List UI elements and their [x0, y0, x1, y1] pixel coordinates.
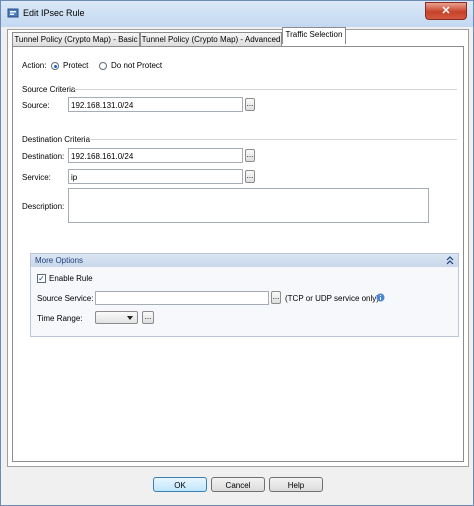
more-options-section: More Options ✓ Enable Rule Source Servic… — [30, 253, 459, 337]
tab-label: Traffic Selection — [285, 30, 343, 39]
close-button[interactable]: ✕ — [425, 2, 467, 20]
enable-rule-label[interactable]: Enable Rule — [49, 274, 93, 283]
more-options-header[interactable]: More Options — [31, 254, 458, 267]
description-label: Description: — [22, 202, 65, 211]
source-service-label: Source Service: — [37, 294, 94, 303]
edit-ipsec-rule-window: Edit IPsec Rule ✕ Tunnel Policy (Crypto … — [0, 0, 474, 506]
tab-traffic-selection[interactable]: Traffic Selection — [282, 27, 346, 44]
source-criteria-heading: Source Criteria — [22, 85, 76, 94]
app-icon — [7, 8, 19, 18]
radio-do-not-protect[interactable] — [99, 62, 107, 70]
radio-protect[interactable] — [51, 62, 59, 70]
ellipsis-icon: ... — [246, 171, 254, 180]
ellipsis-icon: ... — [144, 312, 152, 321]
service-label: Service: — [22, 173, 51, 182]
radio-protect-label[interactable]: Protect — [63, 61, 88, 70]
destination-field[interactable]: 192.168.161.0/24 — [68, 148, 243, 163]
collapse-icon[interactable] — [446, 256, 454, 265]
cancel-button[interactable]: Cancel — [211, 477, 265, 492]
tab-label: Tunnel Policy (Crypto Map) - Basic — [14, 35, 138, 44]
service-field[interactable]: ip — [68, 169, 243, 184]
time-range-browse-button[interactable]: ... — [142, 311, 154, 324]
section-divider — [73, 89, 457, 90]
ellipsis-icon: ... — [246, 150, 254, 159]
dialog-content: Tunnel Policy (Crypto Map) - Basic Tunne… — [7, 27, 469, 467]
source-field[interactable]: 192.168.131.0/24 — [68, 97, 243, 112]
source-label: Source: — [22, 101, 50, 110]
enable-rule-checkbox[interactable]: ✓ — [37, 274, 46, 283]
ok-button[interactable]: OK — [153, 477, 207, 492]
source-service-hint: (TCP or UDP service only) — [285, 294, 379, 303]
section-divider — [89, 139, 457, 140]
source-browse-button[interactable]: ... — [245, 98, 255, 111]
radio-do-not-protect-label[interactable]: Do not Protect — [111, 61, 162, 70]
info-icon[interactable] — [376, 293, 385, 302]
destination-label: Destination: — [22, 152, 65, 161]
action-label: Action: — [22, 61, 47, 70]
window-title: Edit IPsec Rule — [23, 8, 85, 18]
source-service-browse-button[interactable]: ... — [271, 291, 281, 304]
service-browse-button[interactable]: ... — [245, 170, 255, 183]
description-textarea[interactable] — [68, 188, 429, 223]
tab-label: Tunnel Policy (Crypto Map) - Advanced — [141, 35, 281, 44]
more-options-heading: More Options — [35, 256, 84, 265]
title-bar[interactable]: Edit IPsec Rule ✕ — [1, 1, 473, 27]
time-range-label: Time Range: — [37, 314, 83, 323]
destination-criteria-heading: Destination Criteria — [22, 135, 91, 144]
tab-tunnel-policy-advanced[interactable]: Tunnel Policy (Crypto Map) - Advanced — [140, 32, 282, 47]
traffic-selection-panel: Action: Protect Do not Protect Source Cr… — [12, 46, 464, 462]
close-icon: ✕ — [441, 5, 451, 17]
ellipsis-icon: ... — [246, 99, 254, 108]
destination-browse-button[interactable]: ... — [245, 149, 255, 162]
time-range-dropdown[interactable] — [95, 311, 138, 324]
chevron-down-icon — [127, 316, 133, 320]
source-service-field[interactable] — [95, 291, 269, 305]
help-button[interactable]: Help — [269, 477, 323, 492]
tab-tunnel-policy-basic[interactable]: Tunnel Policy (Crypto Map) - Basic — [12, 32, 140, 47]
checkmark-icon: ✓ — [38, 274, 45, 283]
ellipsis-icon: ... — [272, 292, 280, 301]
